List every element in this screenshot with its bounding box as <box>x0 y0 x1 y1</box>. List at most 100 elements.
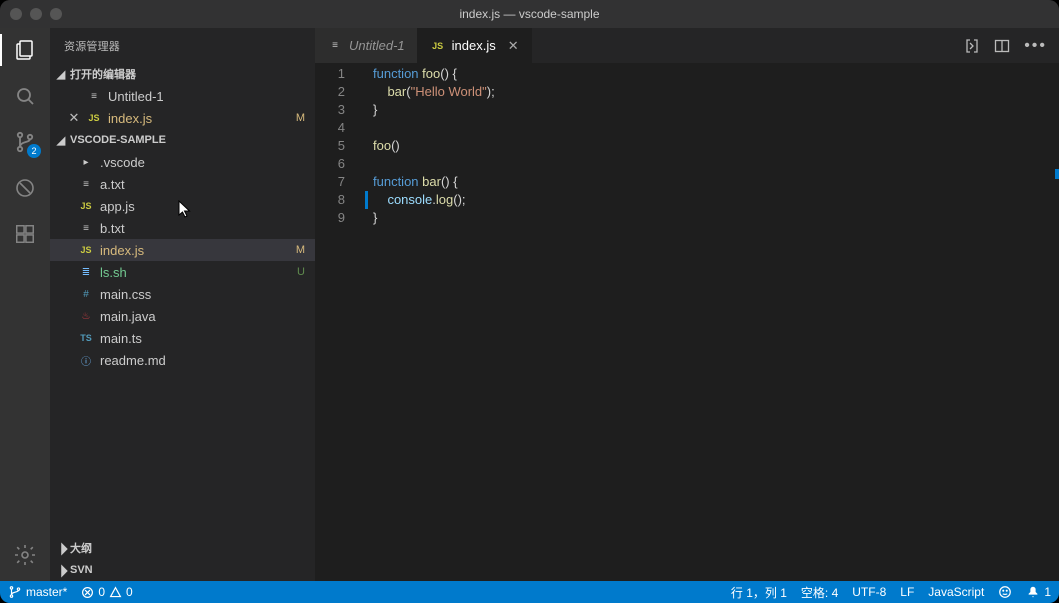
workspace-header[interactable]: ◢ VSCODE-SAMPLE <box>50 129 315 151</box>
svn-label: SVN <box>70 564 93 576</box>
file-item[interactable]: ≣ ls.sh U <box>50 261 315 283</box>
file-name: main.css <box>100 287 151 302</box>
settings-button[interactable] <box>11 541 39 569</box>
explorer-sidebar: 资源管理器 ◢ 打开的编辑器 ≡ Untitled-1 ✕ JS index.j… <box>50 28 315 581</box>
error-count: 0 <box>98 585 105 599</box>
svn-header[interactable]: ◢ SVN <box>50 559 315 581</box>
extensions-tab[interactable] <box>11 220 39 248</box>
js-file-icon: JS <box>78 242 94 258</box>
eol-status[interactable]: LF <box>900 585 914 599</box>
chevron-right-icon: ◢ <box>53 540 69 556</box>
js-file-icon: JS <box>78 198 94 214</box>
shell-file-icon: ≣ <box>78 264 94 280</box>
chevron-down-icon: ◢ <box>56 134 66 147</box>
open-editor-item[interactable]: ✕ JS index.js M <box>50 107 315 129</box>
feedback-button[interactable] <box>998 585 1012 599</box>
editor-tab[interactable]: ≡ Untitled-1 <box>315 28 418 63</box>
outline-header[interactable]: ◢ 大纲 <box>50 537 315 559</box>
more-actions-icon[interactable]: ••• <box>1024 37 1047 55</box>
text-file-icon: ≡ <box>78 176 94 192</box>
file-name: index.js <box>100 243 144 258</box>
file-name: readme.md <box>100 353 166 368</box>
files-icon <box>13 38 37 62</box>
file-item[interactable]: ♨ main.java <box>50 305 315 327</box>
folder-name: .vscode <box>100 155 145 170</box>
file-item[interactable]: ≡ a.txt <box>50 173 315 195</box>
window-controls <box>10 8 62 20</box>
editor-tab[interactable]: JS index.js ✕ <box>418 28 532 63</box>
bug-icon <box>13 176 37 200</box>
file-name: main.java <box>100 309 156 324</box>
open-editor-item[interactable]: ≡ Untitled-1 <box>50 85 315 107</box>
chevron-right-icon: ◢ <box>53 562 69 578</box>
code-content[interactable]: function foo() { bar("Hello World"); } f… <box>361 65 1059 581</box>
search-icon <box>13 84 37 108</box>
notification-count: 1 <box>1044 585 1051 599</box>
file-item[interactable]: # main.css <box>50 283 315 305</box>
file-item[interactable]: ≡ b.txt <box>50 217 315 239</box>
info-file-icon: ⓘ <box>78 352 94 368</box>
close-editor-icon[interactable]: ✕ <box>68 110 80 126</box>
branch-status[interactable]: master* <box>8 585 67 599</box>
text-file-icon: ≡ <box>78 220 94 236</box>
warning-count: 0 <box>126 585 133 599</box>
tab-label: Untitled-1 <box>349 38 405 53</box>
file-name: index.js <box>108 111 152 126</box>
tab-label: index.js <box>452 38 496 53</box>
editor-group: ≡ Untitled-1 JS index.js ✕ ••• 1 2 <box>315 28 1059 581</box>
bell-icon <box>1026 585 1040 599</box>
ts-file-icon: TS <box>78 330 94 346</box>
java-file-icon: ♨ <box>78 308 94 324</box>
file-name: b.txt <box>100 221 125 236</box>
smiley-icon <box>998 585 1012 599</box>
css-file-icon: # <box>78 286 94 302</box>
file-item[interactable]: TS main.ts <box>50 327 315 349</box>
close-tab-icon[interactable]: ✕ <box>508 38 519 54</box>
compare-changes-icon[interactable] <box>964 38 980 54</box>
language-status[interactable]: JavaScript <box>928 585 984 599</box>
error-icon <box>81 586 94 599</box>
notifications-button[interactable]: 1 <box>1026 585 1051 599</box>
git-status: M <box>296 112 305 124</box>
js-file-icon: JS <box>86 110 102 126</box>
window-title: index.js — vscode-sample <box>0 7 1059 21</box>
debug-tab[interactable] <box>11 174 39 202</box>
outline-label: 大纲 <box>70 540 92 556</box>
titlebar[interactable]: index.js — vscode-sample <box>0 0 1059 28</box>
encoding-status[interactable]: UTF-8 <box>852 585 886 599</box>
minimize-window-button[interactable] <box>30 8 42 20</box>
branch-icon <box>8 585 22 599</box>
line-col-status[interactable]: 行 1，列 1 <box>731 584 787 601</box>
search-tab[interactable] <box>11 82 39 110</box>
problems-status[interactable]: 0 0 <box>81 585 132 599</box>
split-editor-icon[interactable] <box>994 38 1010 54</box>
code-editor[interactable]: 1 2 3 4 5 6 7 8 9 function foo() { bar("… <box>315 63 1059 581</box>
file-name: app.js <box>100 199 135 214</box>
activity-bar: 2 <box>0 28 50 581</box>
file-item[interactable]: JS app.js <box>50 195 315 217</box>
explorer-tab[interactable] <box>11 36 39 64</box>
scm-badge: 2 <box>27 144 41 158</box>
file-name: main.ts <box>100 331 142 346</box>
extensions-icon <box>14 223 36 245</box>
maximize-window-button[interactable] <box>50 8 62 20</box>
line-modified-decoration <box>365 191 368 209</box>
sidebar-title: 资源管理器 <box>50 28 315 63</box>
branch-name: master* <box>26 585 67 599</box>
chevron-down-icon: ◢ <box>56 68 66 81</box>
file-item[interactable]: JS index.js M <box>50 239 315 261</box>
git-status: M <box>296 244 305 256</box>
file-icon: ≡ <box>86 88 102 104</box>
gear-icon <box>13 543 37 567</box>
source-control-tab[interactable]: 2 <box>11 128 39 156</box>
open-editors-header[interactable]: ◢ 打开的编辑器 <box>50 63 315 85</box>
line-number-gutter: 1 2 3 4 5 6 7 8 9 <box>315 65 361 581</box>
file-item[interactable]: ⓘ readme.md <box>50 349 315 371</box>
body: 2 资源管理器 ◢ 打开的编辑器 ≡ Untitled-1 <box>0 28 1059 581</box>
chevron-right-icon: ▸ <box>78 154 94 170</box>
folder-item[interactable]: ▸ .vscode <box>50 151 315 173</box>
editor-actions: ••• <box>952 28 1059 63</box>
indent-status[interactable]: 空格: 4 <box>801 584 838 601</box>
close-window-button[interactable] <box>10 8 22 20</box>
status-bar: master* 0 0 行 1，列 1 空格: 4 UTF-8 LF JavaS… <box>0 581 1059 603</box>
